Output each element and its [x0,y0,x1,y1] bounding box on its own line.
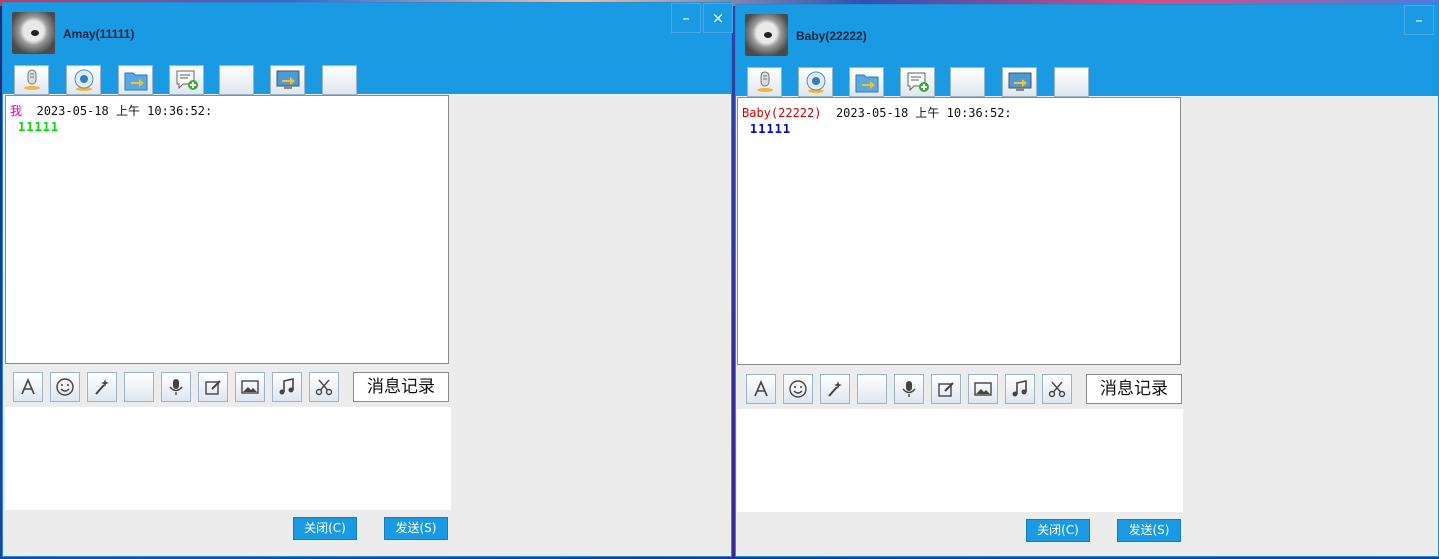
message-history-button[interactable]: 消息记录 [1086,374,1182,404]
magic-wand-icon [95,379,109,395]
send-file-button[interactable] [118,65,153,95]
screenshot-button[interactable] [309,372,339,402]
toolbar-blank-button[interactable] [950,67,985,97]
edit-button[interactable] [931,374,961,404]
toolbar-blank-button-2[interactable] [1054,67,1089,97]
voice-icon [169,379,183,395]
send-button[interactable]: 发送(S) [1117,519,1181,542]
scissors-icon [1048,381,1066,398]
music-icon [1012,380,1027,397]
video-call-button[interactable] [798,67,833,97]
voice-call-button[interactable] [14,65,49,95]
contact-name: Baby(22222) [796,29,867,43]
toolbar-blank-button-2[interactable] [322,65,357,95]
file-transfer-icon [855,74,878,93]
magic-wand-button[interactable] [820,374,850,404]
emoji-icon [56,378,74,396]
edit-icon [205,380,221,395]
avatar [745,14,788,56]
add-message-button[interactable] [169,65,204,95]
webcam-icon [806,71,825,93]
screen-share-icon [1008,72,1031,91]
format-blank-button[interactable] [857,374,887,404]
add-message-icon [907,72,929,92]
title-bar[interactable]: Amay(11111) – × [3,3,733,95]
voice-call-button[interactable] [747,67,782,97]
image-icon [974,382,992,396]
message-input[interactable] [737,409,1183,512]
scissors-icon [315,379,333,396]
music-button[interactable] [1005,374,1035,404]
title-bar[interactable]: Baby(22222) – [736,5,1438,97]
close-button[interactable]: 关闭(C) [1026,519,1090,542]
message-timestamp: 2023-05-18 上午 10:36:52: [36,104,213,118]
emoji-button[interactable] [50,372,80,402]
screen-share-button[interactable] [270,65,305,95]
contact-name: Amay(11111) [63,27,135,41]
edit-icon [938,382,954,397]
message-history-button[interactable]: 消息记录 [353,372,449,402]
voice-message-button[interactable] [894,374,924,404]
emoji-icon [789,380,807,398]
message-sender: 我 [10,104,23,118]
font-icon [754,379,768,397]
close-button[interactable]: 关闭(C) [293,517,357,540]
image-button[interactable] [968,374,998,404]
magic-wand-icon [828,381,842,397]
video-call-button[interactable] [66,65,101,95]
image-button[interactable] [235,372,265,402]
message-history-panel[interactable]: Baby(22222) 2023-05-18 上午 10:36:52: 1111… [737,97,1181,365]
minimize-button[interactable]: – [671,3,701,33]
message-timestamp: 2023-05-18 上午 10:36:52: [835,106,1012,120]
send-button[interactable]: 发送(S) [384,517,448,540]
message-sender: Baby(22222) [742,106,822,120]
message-history-panel[interactable]: 我 2023-05-18 上午 10:36:52: 11111 [5,95,449,364]
screenshot-button[interactable] [1042,374,1072,404]
format-blank-button[interactable] [124,372,154,402]
magic-wand-button[interactable] [87,372,117,402]
toolbar-blank-button[interactable] [219,65,254,95]
message-input[interactable] [5,407,451,510]
image-icon [241,380,259,394]
font-icon [21,377,35,395]
add-message-button[interactable] [900,67,935,97]
edit-button[interactable] [198,372,228,402]
webcam-icon [74,69,93,91]
font-button[interactable] [13,372,43,402]
voice-icon [902,381,916,397]
add-message-icon [176,70,198,90]
font-button[interactable] [746,374,776,404]
send-file-button[interactable] [849,67,884,97]
message-text: 11111 [750,122,792,136]
message-header: 我 2023-05-18 上午 10:36:52: [10,102,212,119]
microphone-icon [756,71,773,92]
voice-message-button[interactable] [161,372,191,402]
screen-share-button[interactable] [1002,67,1037,97]
screen-share-icon [276,70,299,89]
message-text: 11111 [18,120,60,134]
minimize-button[interactable]: – [1404,5,1434,35]
emoji-button[interactable] [783,374,813,404]
music-button[interactable] [272,372,302,402]
chat-window-baby: Baby(22222) – Baby(22222) 2023-05-18 上午 … [735,4,1439,557]
microphone-icon [23,69,40,90]
close-window-button[interactable]: × [703,3,733,33]
message-header: Baby(22222) 2023-05-18 上午 10:36:52: [742,104,1012,121]
music-icon [279,378,294,395]
file-transfer-icon [124,72,147,91]
chat-window-amay: Amay(11111) – × 我 2023-05-18 上午 10:36:52… [2,2,733,557]
avatar [12,12,55,54]
